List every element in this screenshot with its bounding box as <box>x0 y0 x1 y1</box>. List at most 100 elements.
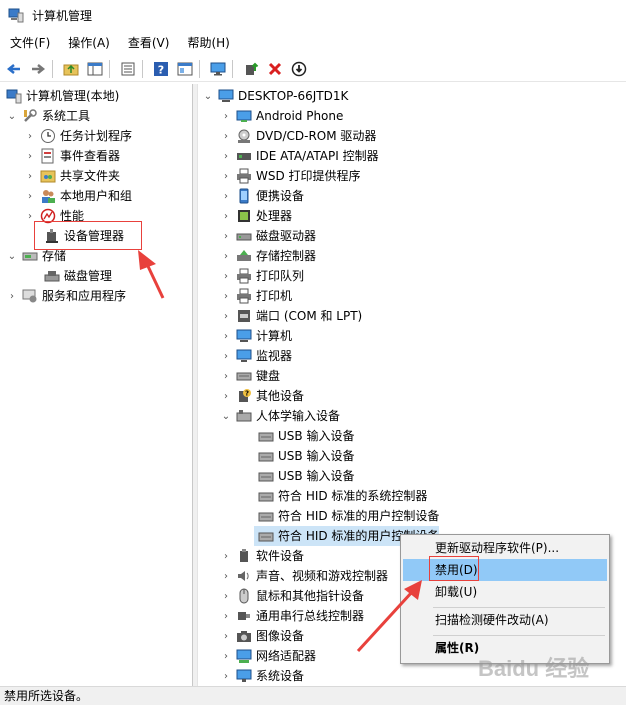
device-category-other[interactable]: › ? 其他设备 <box>220 386 304 406</box>
device-category-hid[interactable]: ⌄ 人体学输入设备 <box>220 406 340 426</box>
menu-item-uninstall[interactable]: 卸载(U) <box>403 581 607 603</box>
chevron-right-icon[interactable]: › <box>220 670 232 682</box>
tree-item-local-users[interactable]: › 本地用户和组 <box>24 186 132 206</box>
storage-controller-icon <box>237 250 251 261</box>
hid-device-icon <box>258 472 274 482</box>
menu-help[interactable]: 帮助(H) <box>177 32 237 54</box>
device-category-imaging[interactable]: › 图像设备 <box>220 626 304 646</box>
chevron-right-icon[interactable]: › <box>220 230 232 242</box>
device-hid-user-control-1[interactable]: 符合 HID 标准的用户控制设备 <box>254 506 439 526</box>
chevron-right-icon[interactable]: › <box>220 110 232 122</box>
chevron-right-icon[interactable]: › <box>24 130 36 142</box>
properties-icon[interactable] <box>175 59 195 79</box>
device-category-storage-controllers[interactable]: › 存储控制器 <box>220 246 316 266</box>
device-category-processor[interactable]: › 处理器 <box>220 206 292 226</box>
device-category-printers[interactable]: › 打印机 <box>220 286 292 306</box>
tree-item-computer-management[interactable]: 计算机管理(本地) <box>4 86 119 106</box>
back-arrow-icon[interactable] <box>4 59 24 79</box>
menu-view[interactable]: 查看(V) <box>118 32 178 54</box>
show-hide-tree-icon[interactable] <box>85 59 105 79</box>
disable-icon[interactable] <box>289 59 309 79</box>
help-icon[interactable]: ? <box>151 59 171 79</box>
device-category-system[interactable]: › 系统设备 <box>220 666 304 686</box>
unknown-device-icon: ? <box>239 389 251 402</box>
chevron-right-icon[interactable]: › <box>220 210 232 222</box>
chevron-right-icon[interactable]: › <box>220 370 232 382</box>
chevron-right-icon[interactable]: › <box>220 650 232 662</box>
device-category-print-queue[interactable]: › 打印队列 <box>220 266 304 286</box>
up-folder-icon[interactable] <box>61 59 81 79</box>
uninstall-icon[interactable] <box>265 59 285 79</box>
svg-text:?: ? <box>245 390 249 398</box>
mouse-icon <box>239 588 249 604</box>
device-category-portable[interactable]: › 便携设备 <box>220 186 304 206</box>
tree-item-task-scheduler[interactable]: › 任务计划程序 <box>24 126 132 146</box>
device-hid-system-controller[interactable]: 符合 HID 标准的系统控制器 <box>254 486 427 506</box>
chevron-right-icon[interactable]: › <box>220 170 232 182</box>
update-driver-icon[interactable] <box>241 59 261 79</box>
toolbar-separator <box>142 59 143 78</box>
printer-icon <box>237 288 251 304</box>
chevron-right-icon[interactable]: › <box>220 310 232 322</box>
menu-action[interactable]: 操作(A) <box>58 32 118 54</box>
device-category-mice[interactable]: › 鼠标和其他指针设备 <box>220 586 364 606</box>
device-category-sound[interactable]: › 声音、视频和游戏控制器 <box>220 566 388 586</box>
chevron-right-icon[interactable]: › <box>24 170 36 182</box>
device-usb-input-1[interactable]: USB 输入设备 <box>254 426 354 446</box>
forward-arrow-icon[interactable] <box>28 59 48 79</box>
chevron-right-icon[interactable]: › <box>220 590 232 602</box>
device-category-monitors[interactable]: › 监视器 <box>220 346 292 366</box>
device-category-network[interactable]: › 网络适配器 <box>220 646 316 666</box>
device-category-keyboards[interactable]: › 键盘 <box>220 366 280 386</box>
device-category-dvd[interactable]: › DVD/CD-ROM 驱动器 <box>220 126 376 146</box>
tree-item-system-tools[interactable]: ⌄ 系统工具 <box>6 106 90 126</box>
clock-icon <box>41 129 55 143</box>
device-category-computer[interactable]: › 计算机 <box>220 326 292 346</box>
device-category-label: 计算机 <box>256 329 293 343</box>
chevron-right-icon[interactable]: › <box>220 150 232 162</box>
chevron-right-icon[interactable]: › <box>220 290 232 302</box>
computer-management-icon <box>8 8 24 23</box>
device-category-label: 处理器 <box>256 209 293 223</box>
chevron-right-icon[interactable]: › <box>24 150 36 162</box>
tree-item-disk-management[interactable]: 磁盘管理 <box>40 266 112 286</box>
device-usb-input-3[interactable]: USB 输入设备 <box>254 466 354 486</box>
chevron-right-icon[interactable]: › <box>220 570 232 582</box>
chevron-right-icon[interactable]: › <box>220 130 232 142</box>
chevron-right-icon[interactable]: › <box>220 550 232 562</box>
tree-item-event-viewer[interactable]: › 事件查看器 <box>24 146 120 166</box>
chevron-down-icon[interactable]: ⌄ <box>6 110 18 122</box>
tree-item-shared-folders[interactable]: › 共享文件夹 <box>24 166 120 186</box>
export-list-icon[interactable] <box>118 59 138 79</box>
chevron-down-icon[interactable]: ⌄ <box>6 250 18 262</box>
device-category-wsd[interactable]: › WSD 打印提供程序 <box>220 166 361 186</box>
device-category-disk-drives[interactable]: › 磁盘驱动器 <box>220 226 316 246</box>
menu-file[interactable]: 文件(F) <box>0 32 58 54</box>
chevron-right-icon[interactable]: › <box>220 610 232 622</box>
device-root[interactable]: ⌄ DESKTOP-66JTD1K <box>202 86 349 106</box>
chevron-down-icon[interactable]: ⌄ <box>202 90 214 102</box>
chevron-right-icon[interactable]: › <box>220 390 232 402</box>
device-category-software[interactable]: › 软件设备 <box>220 546 304 566</box>
device-category-ide[interactable]: › IDE ATA/ATAPI 控制器 <box>220 146 379 166</box>
tree-item-services-apps[interactable]: › 服务和应用程序 <box>6 286 126 306</box>
device-category-android-phone[interactable]: › Android Phone <box>220 106 343 126</box>
chevron-right-icon[interactable]: › <box>24 190 36 202</box>
device-root-label: DESKTOP-66JTD1K <box>238 89 349 103</box>
chevron-right-icon[interactable]: › <box>220 330 232 342</box>
chevron-right-icon[interactable]: › <box>220 190 232 202</box>
device-usb-input-2[interactable]: USB 输入设备 <box>254 446 354 466</box>
device-category-label: Android Phone <box>256 109 344 123</box>
chevron-right-icon[interactable]: › <box>220 350 232 362</box>
device-category-usb-controllers[interactable]: › 通用串行总线控制器 <box>220 606 364 626</box>
menu-item-scan-hardware[interactable]: 扫描检测硬件改动(A) <box>403 609 607 631</box>
chevron-right-icon[interactable]: › <box>6 290 18 302</box>
chevron-down-icon[interactable]: ⌄ <box>220 410 232 422</box>
device-category-label: 磁盘驱动器 <box>256 229 317 243</box>
device-category-label: WSD 打印提供程序 <box>256 169 361 183</box>
chevron-right-icon[interactable]: › <box>220 270 232 282</box>
chevron-right-icon[interactable]: › <box>220 630 232 642</box>
monitor-icon[interactable] <box>208 59 228 79</box>
chevron-right-icon[interactable]: › <box>220 250 232 262</box>
device-category-ports[interactable]: › 端口 (COM 和 LPT) <box>220 306 362 326</box>
